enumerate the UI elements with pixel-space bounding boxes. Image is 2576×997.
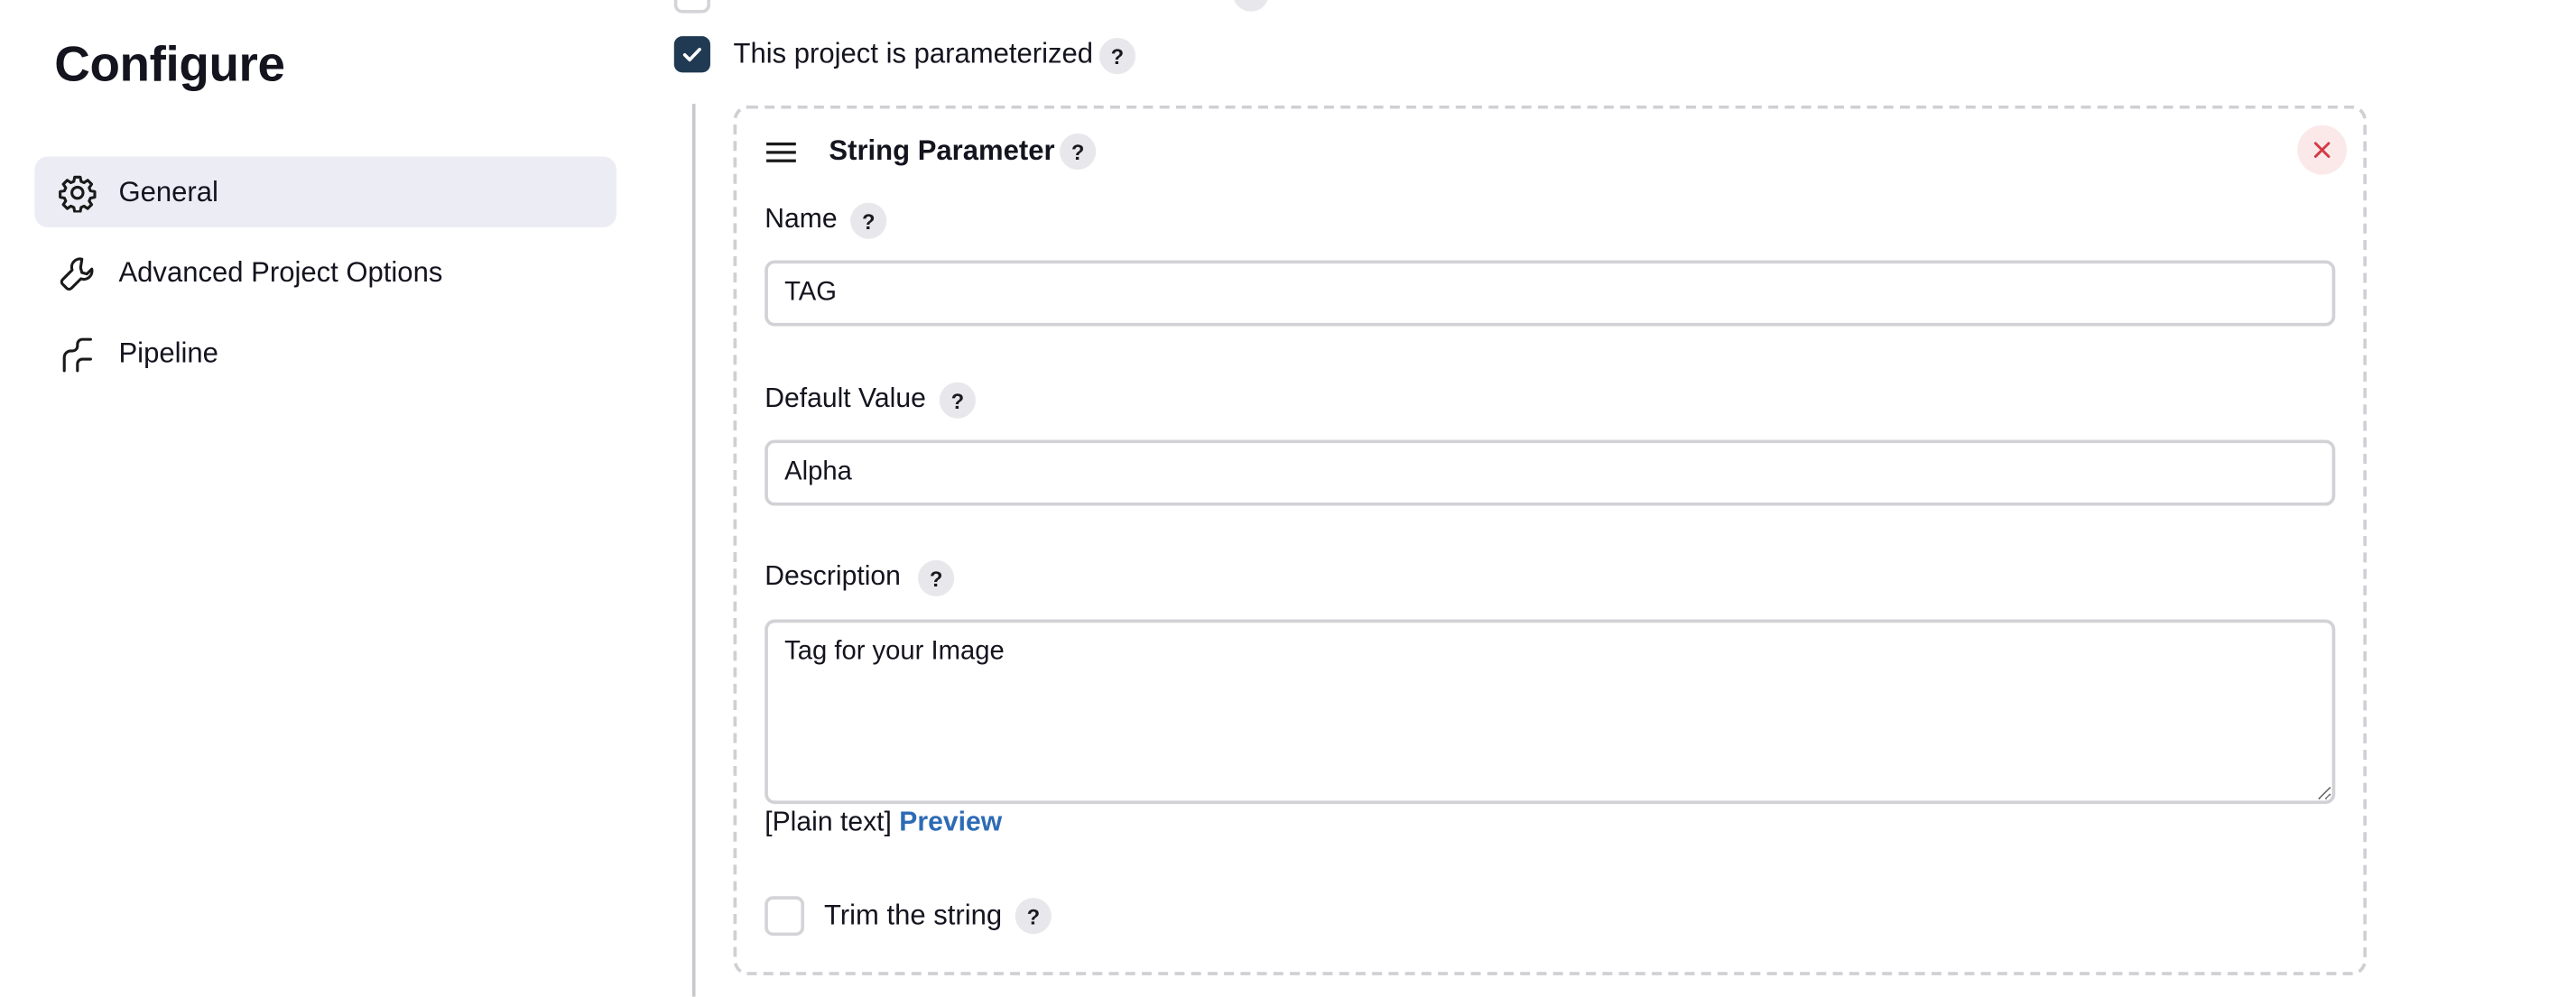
close-icon [2313,142,2330,158]
default-value-input[interactable] [764,439,2336,506]
delete-parameter-button[interactable] [2297,125,2348,175]
previous-option-checkbox[interactable] [673,0,710,14]
gear-icon [59,175,97,213]
plain-text-label: [Plain text] [764,807,892,837]
help-icon[interactable] [1232,0,1269,12]
default-value-label: Default Value [764,383,926,414]
trim-string-help-icon[interactable]: ? [1015,898,1052,935]
sidebar-item-label: Pipeline [118,337,218,369]
sidebar-item-general[interactable]: General [34,156,616,227]
pipeline-icon [62,337,92,373]
page-title: Configure [54,37,285,93]
name-help-icon[interactable]: ? [850,202,887,239]
trim-string-label: Trim the string [823,899,1003,931]
sidebar-item-label: General [118,175,218,208]
parameterized-checkbox[interactable] [673,36,710,73]
description-textarea[interactable]: Tag for your Image [764,619,2336,805]
default-value-help-icon[interactable]: ? [939,382,976,419]
description-label: Description [764,561,901,592]
description-help-icon[interactable]: ? [918,559,955,596]
drag-handle-icon[interactable] [766,142,796,163]
markup-format-row: [Plain text] Preview [764,808,1002,839]
sidebar-item-label: Advanced Project Options [118,255,443,288]
trim-string-checkbox[interactable] [764,896,805,937]
sidebar-item-advanced-project-options[interactable]: Advanced Project Options [34,237,616,309]
parameterized-label: This project is parameterized [733,37,1094,69]
string-parameter-panel [733,105,2367,975]
checkmark-icon [682,47,701,62]
parameter-type-help-icon[interactable]: ? [1060,133,1097,171]
parameter-type-title: String Parameter [829,134,1055,167]
nested-section-divider [691,104,696,997]
preview-link[interactable]: Preview [899,808,1002,837]
name-input[interactable] [764,260,2336,327]
wrench-icon [60,257,94,291]
parameterized-help-icon[interactable]: ? [1098,37,1136,75]
sidebar-item-pipeline[interactable]: Pipeline [34,318,616,389]
name-label: Name [764,204,838,235]
